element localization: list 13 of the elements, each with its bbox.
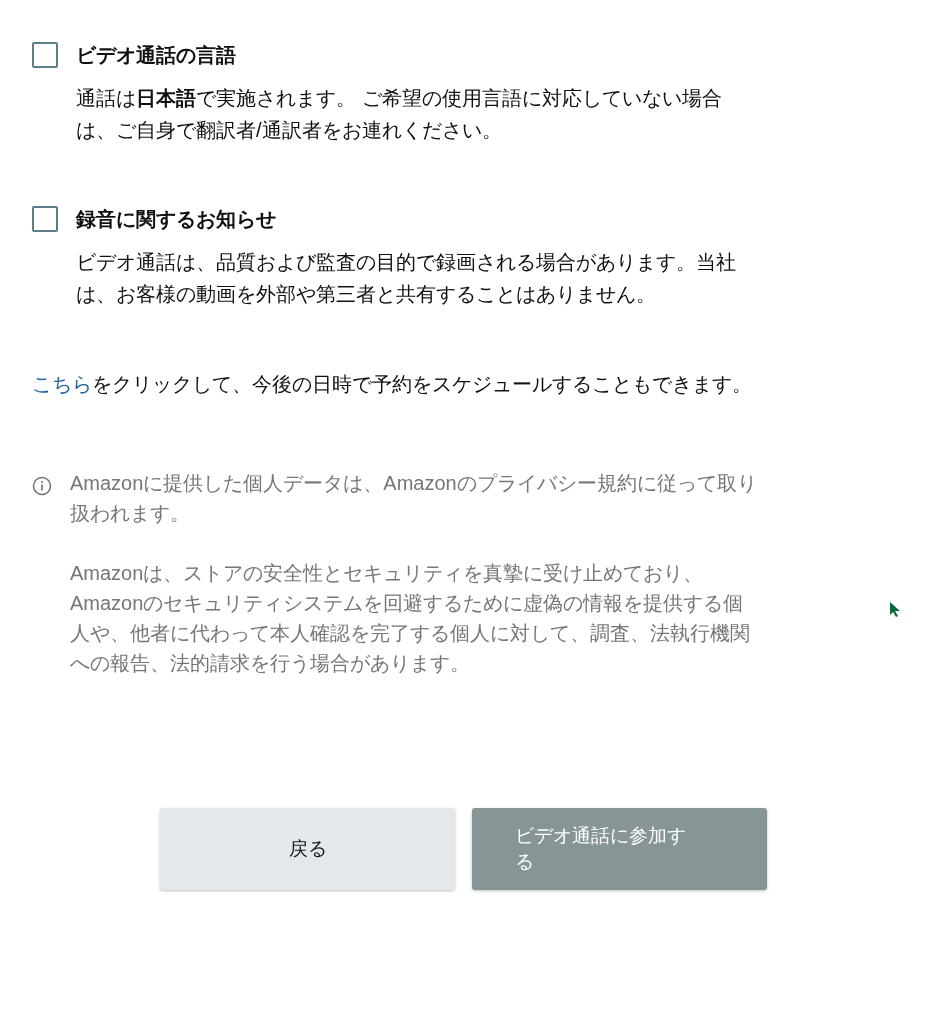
checkbox[interactable] <box>32 42 58 68</box>
notice-text: ビデオ通話は、品質および監査の目的で録画される場合があります。当社は、お客様の動画を外部や第三者と共有することはありません。 <box>76 250 737 307</box>
schedule-text: こちら をクリックして、今後の日時で予約をスケジュールすることもできます。 <box>32 372 753 397</box>
privacy-notice-text: Amazonに提供した個人データは、Amazonのプライバシー規約に従って取り扱われます。 <box>70 471 758 526</box>
notice-text: 通話は日本語で実施されます。 ご希望の使用言語に対応していない場合は、ご自身で翻訳者/通訳者をお連れください。 <box>76 86 723 143</box>
back-button[interactable]: 戻る <box>160 808 455 890</box>
checkbox[interactable] <box>32 206 58 232</box>
notice-title: ビデオ通話の言語 <box>76 43 236 68</box>
mouse-cursor-icon <box>889 601 901 618</box>
privacy-notice-text: Amazonは、ストアの安全性とセキュリティを真摯に受け止めており、Amazonのセキュリティシステムを回避するために虚偽の情報を提供する個人や、他者に代わって本人確認を完了する個人に対して、調査、法執行機関への報告、法的請求を行う場合があります。 <box>70 561 751 676</box>
schedule-link[interactable]: こちら <box>32 373 92 395</box>
info-icon <box>32 476 52 496</box>
notice-title: 録音に関するお知らせ <box>76 207 276 232</box>
